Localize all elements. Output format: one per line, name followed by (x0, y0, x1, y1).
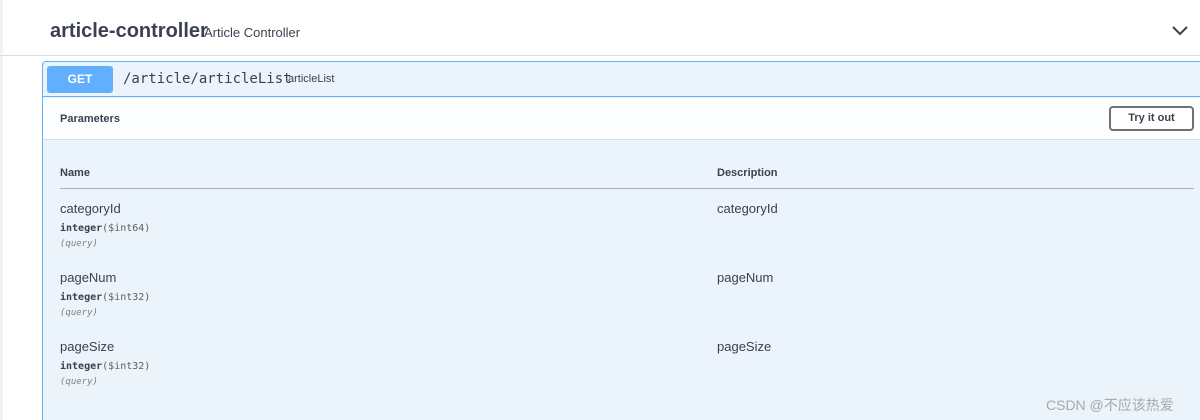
tag-description: Article Controller (204, 25, 301, 40)
parameter-format: ($int32) (102, 361, 151, 372)
parameter-type: integer($int64) (60, 223, 150, 234)
operation-summary[interactable]: GET /article/articleList articleList (43, 62, 1200, 97)
parameter-row: pageNum integer($int32) (query) pageNum (60, 270, 1194, 330)
parameter-format: ($int32) (102, 292, 151, 303)
method-badge: GET (47, 66, 113, 93)
parameter-row: categoryId integer($int64) (query) categ… (60, 201, 1194, 261)
parameter-format: ($int64) (102, 223, 151, 234)
parameter-location: (query) (60, 239, 98, 249)
page-left-edge (0, 0, 3, 420)
parameter-type-name: integer (60, 361, 103, 372)
parameters-title: Parameters (60, 113, 120, 125)
tag-title: article-controller (50, 20, 208, 42)
column-header-name: Name (60, 167, 90, 179)
parameter-row: pageSize integer($int32) (query) pageSiz… (60, 339, 1194, 399)
parameter-type: integer($int32) (60, 361, 150, 372)
operation-path: /article/articleList (123, 71, 292, 87)
parameter-description: categoryId (717, 201, 778, 216)
parameter-type: integer($int32) (60, 292, 150, 303)
operation-block-get: GET /article/articleList articleList Par… (42, 61, 1200, 420)
parameters-section-header: Parameters Try it out (43, 98, 1200, 140)
watermark: CSDN @不应该热爱 (1046, 397, 1174, 413)
parameter-name: pageSize (60, 339, 115, 354)
operation-summary-text: articleList (288, 73, 335, 85)
parameter-name: pageNum (60, 270, 117, 285)
parameter-location: (query) (60, 377, 98, 387)
column-header-description: Description (717, 167, 778, 179)
parameter-type-name: integer (60, 292, 103, 303)
chevron-down-icon[interactable] (1170, 22, 1190, 40)
header-divider (60, 188, 1194, 189)
parameter-description: pageNum (717, 270, 774, 285)
parameter-location: (query) (60, 308, 98, 318)
try-it-out-button[interactable]: Try it out (1109, 106, 1194, 131)
parameter-type-name: integer (60, 223, 103, 234)
parameter-name: categoryId (60, 201, 121, 216)
tag-header[interactable]: article-controller Article Controller (0, 0, 1200, 56)
parameter-description: pageSize (717, 339, 772, 354)
